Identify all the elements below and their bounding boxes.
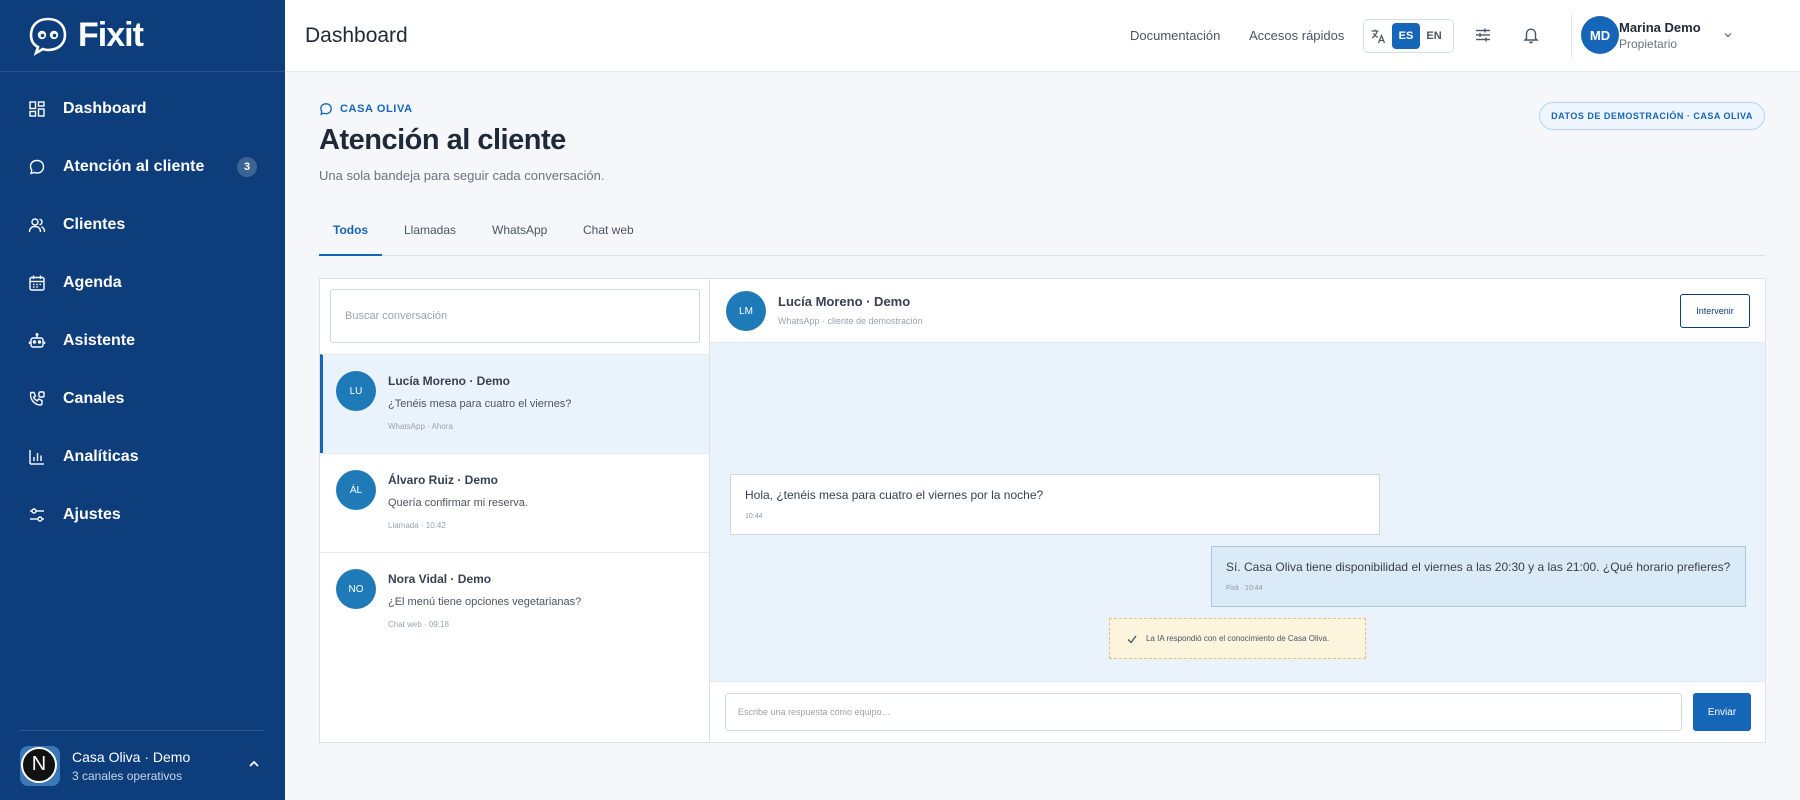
- sidebar-item-agenda[interactable]: Agenda: [0, 254, 285, 312]
- intervene-button[interactable]: Intervenir: [1680, 294, 1750, 328]
- tab-todos[interactable]: Todos: [319, 210, 382, 256]
- organization-avatar: N: [20, 745, 60, 786]
- chevron-down-icon[interactable]: [1722, 29, 1734, 41]
- conversation-name: Álvaro Ruiz · Demo: [388, 473, 499, 487]
- dashboard-icon: [28, 100, 46, 118]
- conversation-preview: Quería confirmar mi reserva.: [388, 497, 528, 509]
- check-icon: [1127, 635, 1137, 644]
- brand-name: Fixit: [78, 16, 144, 54]
- organization-name: Casa Oliva · Demo: [72, 748, 191, 765]
- channel-tabs: Todos Llamadas WhatsApp Chat web: [319, 210, 1765, 256]
- sidebar: Fixit Dashboard Atención al cliente 3 Cl…: [0, 0, 285, 800]
- search-input[interactable]: [330, 289, 700, 343]
- ai-response-note: La IA respondió con el conocimiento de C…: [1109, 618, 1366, 659]
- sidebar-item-channels[interactable]: Canales: [0, 370, 285, 428]
- conversation-item[interactable]: LU Lucía Moreno · Demo ¿Tenéis mesa para…: [320, 354, 709, 453]
- conversation-thread: LM Lucía Moreno · Demo WhatsApp · client…: [710, 279, 1765, 742]
- topbar: Dashboard Documentación Accesos rápidos …: [285, 0, 1800, 72]
- avatar: NO: [336, 569, 376, 609]
- conversation-meta: WhatsApp · Ahora: [388, 422, 453, 431]
- breadcrumb: CASA OLIVA: [319, 102, 413, 116]
- sidebar-item-clients[interactable]: Clientes: [0, 196, 285, 254]
- chat-icon: [320, 103, 332, 116]
- avatar: LM: [726, 291, 766, 331]
- conversation-meta: Chat web · 09:18: [388, 620, 449, 629]
- fixit-logo-icon: [29, 17, 67, 56]
- tab-llamadas[interactable]: Llamadas: [404, 210, 456, 256]
- brand[interactable]: Fixit: [0, 0, 285, 72]
- chevron-up-icon: [249, 760, 259, 767]
- message-area[interactable]: Hola, ¿tenéis mesa para cuatro el vierne…: [710, 343, 1765, 681]
- topbar-divider: [1571, 14, 1572, 58]
- language-switcher: ES EN: [1363, 19, 1454, 53]
- quick-access-link[interactable]: Accesos rápidos: [1249, 28, 1344, 43]
- translate-icon: [1371, 29, 1386, 44]
- calendar-icon: [28, 274, 46, 292]
- avatar: LU: [336, 371, 376, 411]
- unread-count-badge: 3: [237, 157, 257, 177]
- conversation-preview: ¿Tenéis mesa para cuatro el viernes?: [388, 398, 572, 410]
- demo-data-badge: DATOS DE DEMOSTRACIÓN · CASA OLIVA: [1539, 102, 1765, 130]
- sidebar-item-label: Analíticas: [63, 448, 139, 465]
- documentation-link[interactable]: Documentación: [1130, 28, 1220, 43]
- bell-icon[interactable]: [1522, 26, 1540, 44]
- conversation-meta: Llamada · 10:42: [388, 521, 446, 530]
- sidebar-item-customer-service[interactable]: Atención al cliente 3: [0, 138, 285, 196]
- sidebar-item-assistant[interactable]: Asistente: [0, 312, 285, 370]
- message-text: Hola, ¿tenéis mesa para cuatro el vierne…: [745, 488, 1044, 502]
- avatar: ÁL: [336, 470, 376, 510]
- inbox-panel: LU Lucía Moreno · Demo ¿Tenéis mesa para…: [319, 278, 1766, 743]
- reply-composer: Enviar: [710, 681, 1765, 742]
- organization-switcher[interactable]: N Casa Oliva · Demo 3 canales operativos: [20, 730, 265, 800]
- page-subtitle: Una sola bandeja para seguir cada conver…: [319, 168, 605, 183]
- conversation-name: Nora Vidal · Demo: [388, 572, 492, 586]
- sidebar-item-analytics[interactable]: Analíticas: [0, 428, 285, 486]
- sidebar-item-label: Canales: [63, 390, 125, 407]
- chart-icon: [28, 448, 46, 466]
- sidebar-item-label: Agenda: [63, 274, 122, 291]
- thread-contact-subtitle: WhatsApp · cliente de demostración: [778, 316, 923, 326]
- message-text: Sí. Casa Oliva tiene disponibilidad el v…: [1226, 560, 1731, 574]
- sliders-icon[interactable]: [1474, 26, 1492, 44]
- user-name[interactable]: Marina Demo: [1619, 20, 1701, 35]
- tab-chat-web[interactable]: Chat web: [583, 210, 634, 256]
- channels-icon: [28, 390, 46, 408]
- organization-initial: N: [21, 746, 57, 783]
- outgoing-message: Sí. Casa Oliva tiene disponibilidad el v…: [1211, 546, 1746, 607]
- send-button[interactable]: Enviar: [1693, 693, 1751, 731]
- incoming-message: Hola, ¿tenéis mesa para cuatro el vierne…: [730, 474, 1380, 535]
- page-header-title: Dashboard: [305, 24, 408, 47]
- users-icon: [28, 216, 46, 234]
- language-es-button[interactable]: ES: [1392, 23, 1420, 49]
- sidebar-item-label: Atención al cliente: [63, 158, 205, 175]
- organization-subtitle: 3 canales operativos: [72, 768, 183, 783]
- user-role: Propietario: [1619, 37, 1678, 51]
- page-title: Atención al cliente: [319, 124, 566, 156]
- conversation-preview: ¿El menú tiene opciones vegetarianas?: [388, 596, 582, 608]
- message-time: Fixit · 10:44: [1226, 585, 1263, 592]
- conversation-item[interactable]: ÁL Álvaro Ruiz · Demo Quería confirmar m…: [320, 453, 709, 552]
- language-en-button[interactable]: EN: [1420, 23, 1448, 49]
- message-time: 10:44: [745, 513, 763, 520]
- robot-icon: [28, 332, 46, 350]
- sidebar-item-dashboard[interactable]: Dashboard: [0, 80, 285, 138]
- sidebar-item-label: Dashboard: [63, 100, 147, 117]
- sidebar-nav: Dashboard Atención al cliente 3 Clientes…: [0, 72, 285, 544]
- chat-icon: [28, 158, 46, 176]
- ai-note-text: La IA respondió con el conocimiento de C…: [1146, 634, 1330, 643]
- tab-whatsapp[interactable]: WhatsApp: [492, 210, 547, 256]
- thread-header: LM Lucía Moreno · Demo WhatsApp · client…: [710, 279, 1765, 343]
- sidebar-item-settings[interactable]: Ajustes: [0, 486, 285, 544]
- settings-icon: [28, 506, 46, 524]
- reply-input[interactable]: [725, 693, 1682, 731]
- user-avatar[interactable]: MD: [1581, 16, 1619, 54]
- conversation-item[interactable]: NO Nora Vidal · Demo ¿El menú tiene opci…: [320, 552, 709, 651]
- sidebar-item-label: Asistente: [63, 332, 136, 349]
- thread-contact-name: Lucía Moreno · Demo: [778, 294, 911, 309]
- conversation-list: LU Lucía Moreno · Demo ¿Tenéis mesa para…: [320, 279, 710, 742]
- conversation-name: Lucía Moreno · Demo: [388, 374, 511, 388]
- breadcrumb-label: CASA OLIVA: [340, 103, 413, 115]
- sidebar-item-label: Ajustes: [63, 506, 121, 523]
- sidebar-item-label: Clientes: [63, 216, 126, 233]
